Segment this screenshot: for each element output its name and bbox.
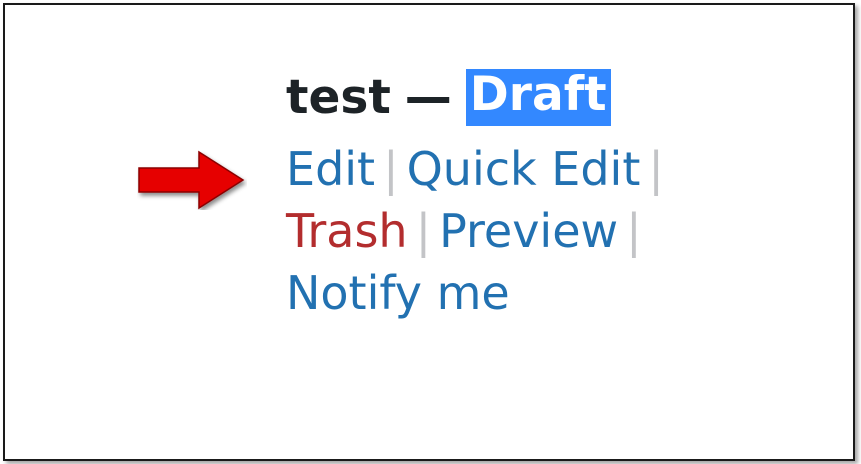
status-badge: Draft xyxy=(465,68,611,126)
row-actions-line-2: Trash | Preview | xyxy=(286,200,672,262)
row-actions-line-3: Notify me xyxy=(286,262,672,324)
separator: | xyxy=(415,204,432,258)
red-arrow-icon xyxy=(138,150,245,210)
post-title-row: test — Draft xyxy=(286,62,672,132)
post-row: test — Draft Edit | Quick Edit | Trash |… xyxy=(286,62,672,324)
preview-link[interactable]: Preview xyxy=(439,200,618,262)
row-actions-line-1: Edit | Quick Edit | xyxy=(286,138,672,200)
quick-edit-link[interactable]: Quick Edit xyxy=(407,138,641,200)
separator: | xyxy=(626,204,642,258)
separator: | xyxy=(648,142,664,196)
edit-link[interactable]: Edit xyxy=(286,138,375,200)
trash-link[interactable]: Trash xyxy=(286,200,408,262)
post-title[interactable]: test xyxy=(286,74,391,121)
separator: | xyxy=(383,142,399,196)
notify-me-link[interactable]: Notify me xyxy=(286,262,510,324)
row-actions: Edit | Quick Edit | Trash | Preview | No… xyxy=(286,138,672,324)
title-dash: — xyxy=(404,69,452,125)
